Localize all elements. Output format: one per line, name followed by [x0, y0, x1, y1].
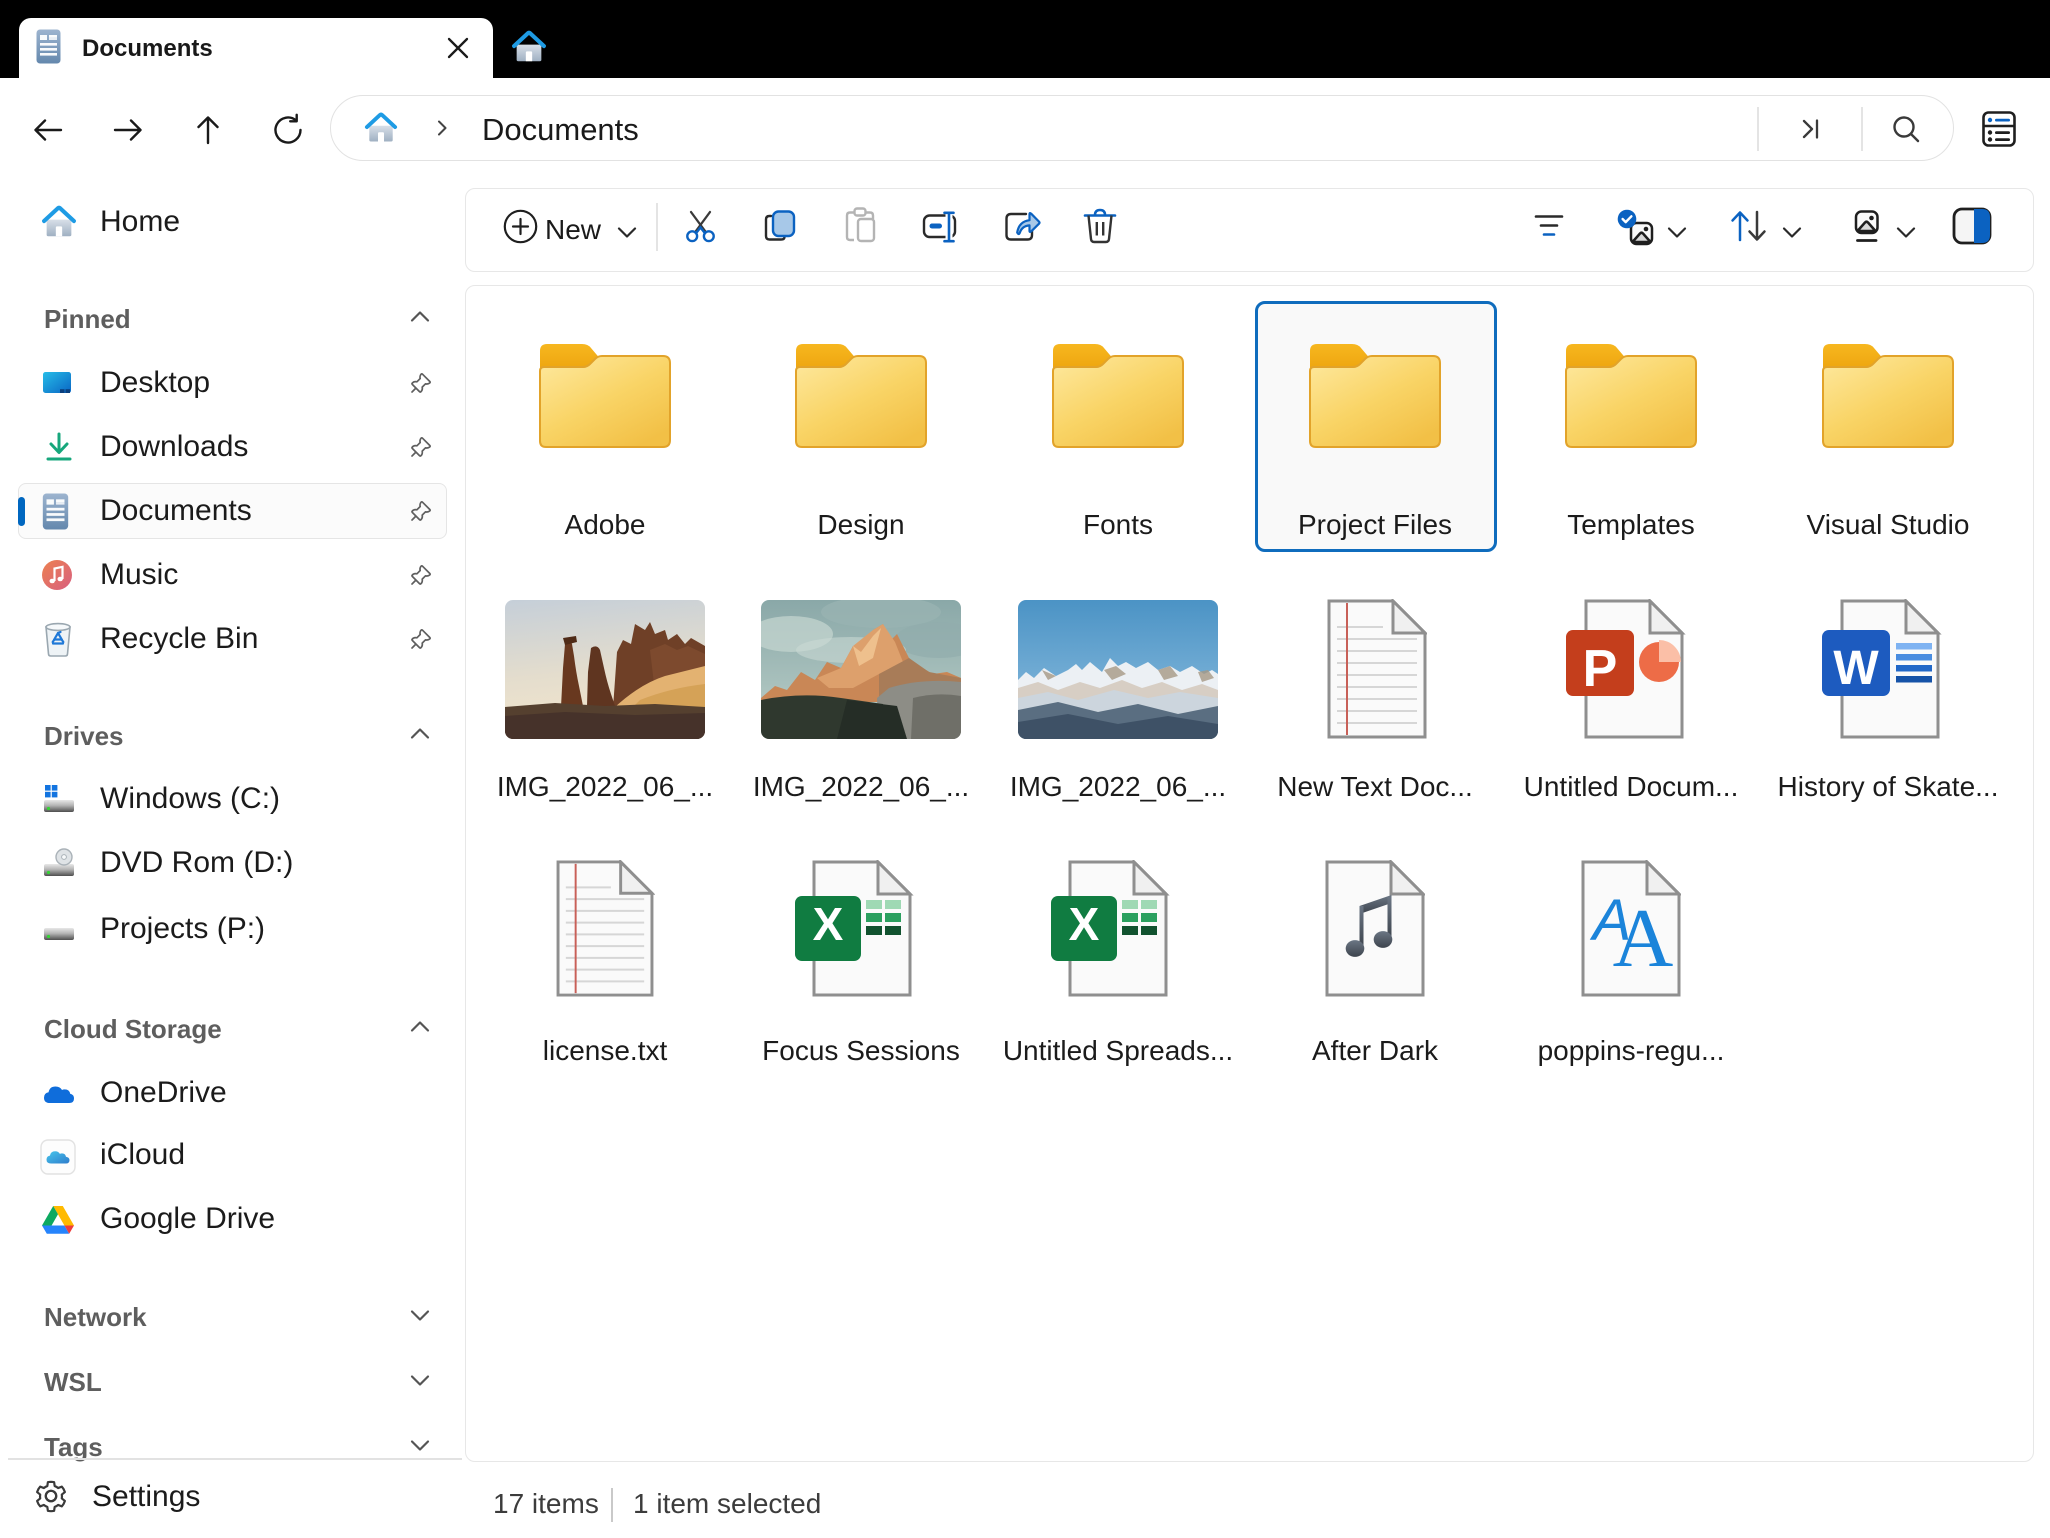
svg-text:P: P [1583, 640, 1618, 698]
svg-text:W: W [1833, 642, 1879, 695]
svg-text:X: X [813, 898, 844, 950]
svg-text:X: X [1069, 898, 1100, 950]
svg-text:A: A [1613, 892, 1674, 985]
